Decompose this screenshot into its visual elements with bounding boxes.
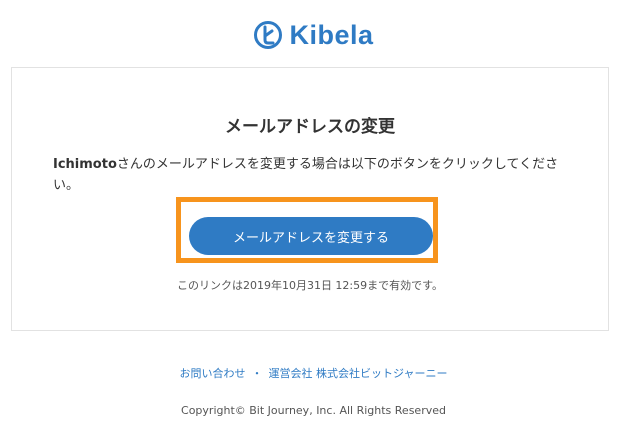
link-expiry-note: このリンクは2019年10月31日 12:59まで有効です。	[176, 279, 444, 292]
footer-links: お問い合わせ・運営会社 株式会社ビットジャーニー	[0, 365, 627, 381]
company-link[interactable]: 運営会社 株式会社ビットジャーニー	[269, 367, 448, 380]
kibela-logo-icon	[254, 21, 283, 49]
username: Ichimoto	[53, 157, 117, 172]
contact-link[interactable]: お問い合わせ	[180, 367, 246, 380]
footer-separator: ・	[251, 367, 263, 380]
change-email-button[interactable]: メールアドレスを変更する	[189, 217, 433, 255]
email-message: Ichimotoさんのメールアドレスを変更する場合は以下のボタンをクリックしてく…	[53, 154, 573, 196]
message-text: さんのメールアドレスを変更する場合は以下のボタンをクリックしてください。	[53, 157, 559, 193]
email-page: Kibela メールアドレスの変更 Ichimotoさんのメールアドレスを変更す…	[0, 0, 627, 424]
brand-name: Kibela	[289, 19, 374, 50]
brand-logo: Kibela	[0, 17, 627, 53]
copyright-text: Copyright© Bit Journey, Inc. All Rights …	[181, 404, 446, 417]
email-title: メールアドレスの変更	[225, 117, 395, 137]
email-card: メールアドレスの変更 Ichimotoさんのメールアドレスを変更する場合は以下の…	[11, 67, 609, 331]
